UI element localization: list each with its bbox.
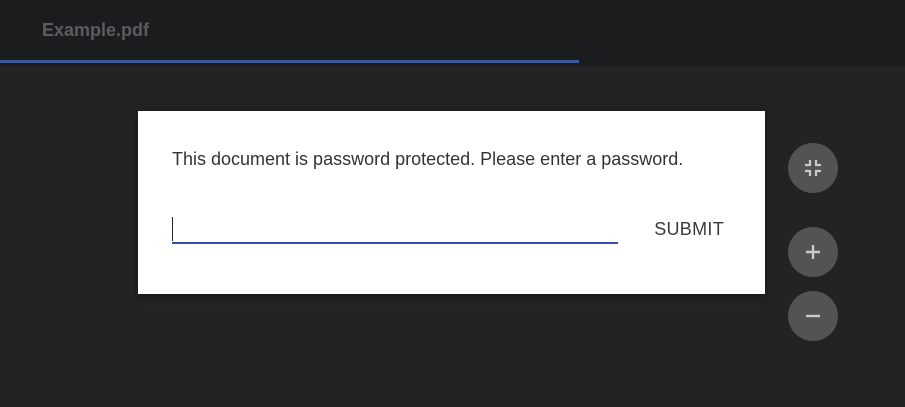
text-caret (172, 217, 173, 241)
load-progress-bar (0, 60, 580, 63)
zoom-out-button[interactable] (788, 291, 838, 341)
zoom-in-button[interactable] (788, 227, 838, 277)
plus-icon (806, 245, 820, 259)
password-dialog: This document is password protected. Ple… (138, 111, 765, 294)
document-title: Example.pdf (42, 20, 150, 40)
password-prompt-message: This document is password protected. Ple… (172, 149, 684, 169)
password-input[interactable] (172, 214, 618, 244)
minus-icon (806, 314, 820, 318)
fit-to-page-icon (805, 160, 821, 176)
toolbar: Example.pdf (0, 0, 905, 66)
pdf-viewer: Example.pdf This document is password pr… (0, 0, 905, 407)
submit-button[interactable]: SUBMIT (628, 215, 724, 243)
fit-to-page-button[interactable] (788, 143, 838, 193)
